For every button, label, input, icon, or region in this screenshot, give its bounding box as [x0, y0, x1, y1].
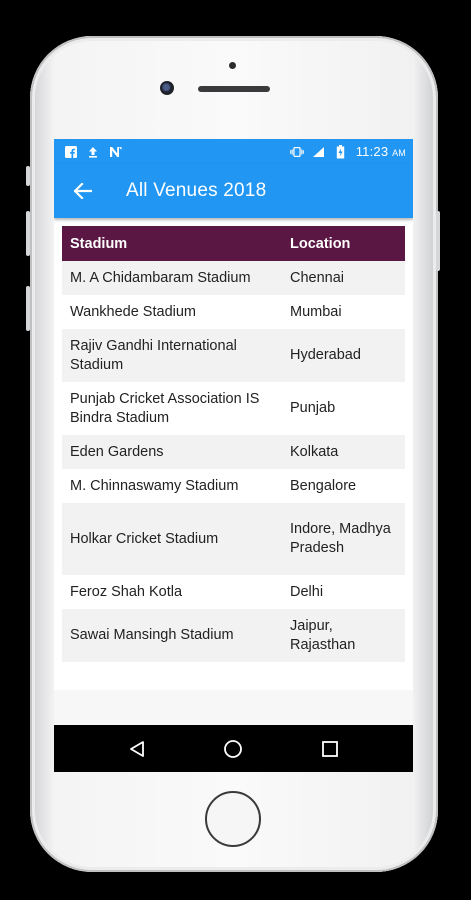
battery-icon — [334, 144, 348, 159]
stadium-cell: Punjab Cricket Association IS Bindra Sta… — [62, 382, 282, 435]
stadium-cell: Feroz Shah Kotla — [62, 575, 282, 609]
table-row[interactable]: Feroz Shah Kotla Delhi — [62, 575, 405, 609]
stadium-cell: Holkar Cricket Stadium — [62, 503, 282, 575]
n-app-icon — [108, 145, 122, 159]
stadium-cell: Sawai Mansingh Stadium — [62, 609, 282, 662]
back-triangle-icon[interactable] — [125, 737, 149, 761]
location-cell: Kolkata — [282, 435, 405, 469]
side-key — [436, 211, 440, 271]
location-cell: Mumbai — [282, 295, 405, 329]
page-title: All Venues 2018 — [126, 180, 267, 201]
location-cell: Jaipur, Rajasthan — [282, 609, 405, 662]
back-arrow-icon[interactable] — [72, 180, 94, 202]
column-header-stadium: Stadium — [62, 226, 282, 261]
earpiece-speaker — [198, 86, 270, 92]
table-header-row: Stadium Location — [62, 226, 405, 261]
location-cell: Indore, Madhya Pradesh — [282, 503, 405, 575]
table-row[interactable]: M. Chinnaswamy Stadium Bengalore — [62, 469, 405, 503]
upload-icon — [86, 145, 100, 159]
home-button[interactable] — [205, 791, 261, 847]
stadium-cell: Eden Gardens — [62, 435, 282, 469]
vibrate-icon — [289, 145, 304, 159]
status-time: 11:23 AM — [355, 144, 406, 159]
power-button — [26, 286, 30, 331]
stadium-cell: M. Chinnaswamy Stadium — [62, 469, 282, 503]
facebook-icon — [64, 145, 78, 159]
app-bar: All Venues 2018 — [54, 164, 413, 218]
screen: 11:23 AM All Venues 2018 Stadium Locatio… — [54, 139, 413, 772]
column-header-location: Location — [282, 226, 405, 261]
stadium-cell: M. A Chidambaram Stadium — [62, 261, 282, 295]
signal-icon — [312, 145, 326, 159]
volume-down-button — [26, 211, 30, 256]
table-row[interactable]: Holkar Cricket Stadium Indore, Madhya Pr… — [62, 503, 405, 575]
status-bar: 11:23 AM — [54, 139, 413, 164]
volume-up-button — [26, 166, 30, 186]
front-camera-icon — [160, 81, 174, 95]
stadium-cell: Wankhede Stadium — [62, 295, 282, 329]
table-row[interactable]: Punjab Cricket Association IS Bindra Sta… — [62, 382, 405, 435]
table-row[interactable]: Wankhede Stadium Mumbai — [62, 295, 405, 329]
location-cell: Hyderabad — [282, 329, 405, 382]
location-cell: Bengalore — [282, 469, 405, 503]
table-row[interactable]: M. A Chidambaram Stadium Chennai — [62, 261, 405, 295]
table-row[interactable]: Rajiv Gandhi International Stadium Hyder… — [62, 329, 405, 382]
venues-table: Stadium Location M. A Chidambaram Stadiu… — [62, 226, 405, 662]
table-row[interactable]: Sawai Mansingh Stadium Jaipur, Rajasthan — [62, 609, 405, 662]
navigation-bar — [54, 725, 413, 772]
home-circle-icon[interactable] — [221, 737, 245, 761]
stadium-cell: Rajiv Gandhi International Stadium — [62, 329, 282, 382]
recents-square-icon[interactable] — [318, 737, 342, 761]
location-cell: Punjab — [282, 382, 405, 435]
location-cell: Chennai — [282, 261, 405, 295]
location-cell: Delhi — [282, 575, 405, 609]
venues-content: Stadium Location M. A Chidambaram Stadiu… — [54, 220, 413, 690]
proximity-sensor — [229, 62, 236, 69]
table-row[interactable]: Eden Gardens Kolkata — [62, 435, 405, 469]
